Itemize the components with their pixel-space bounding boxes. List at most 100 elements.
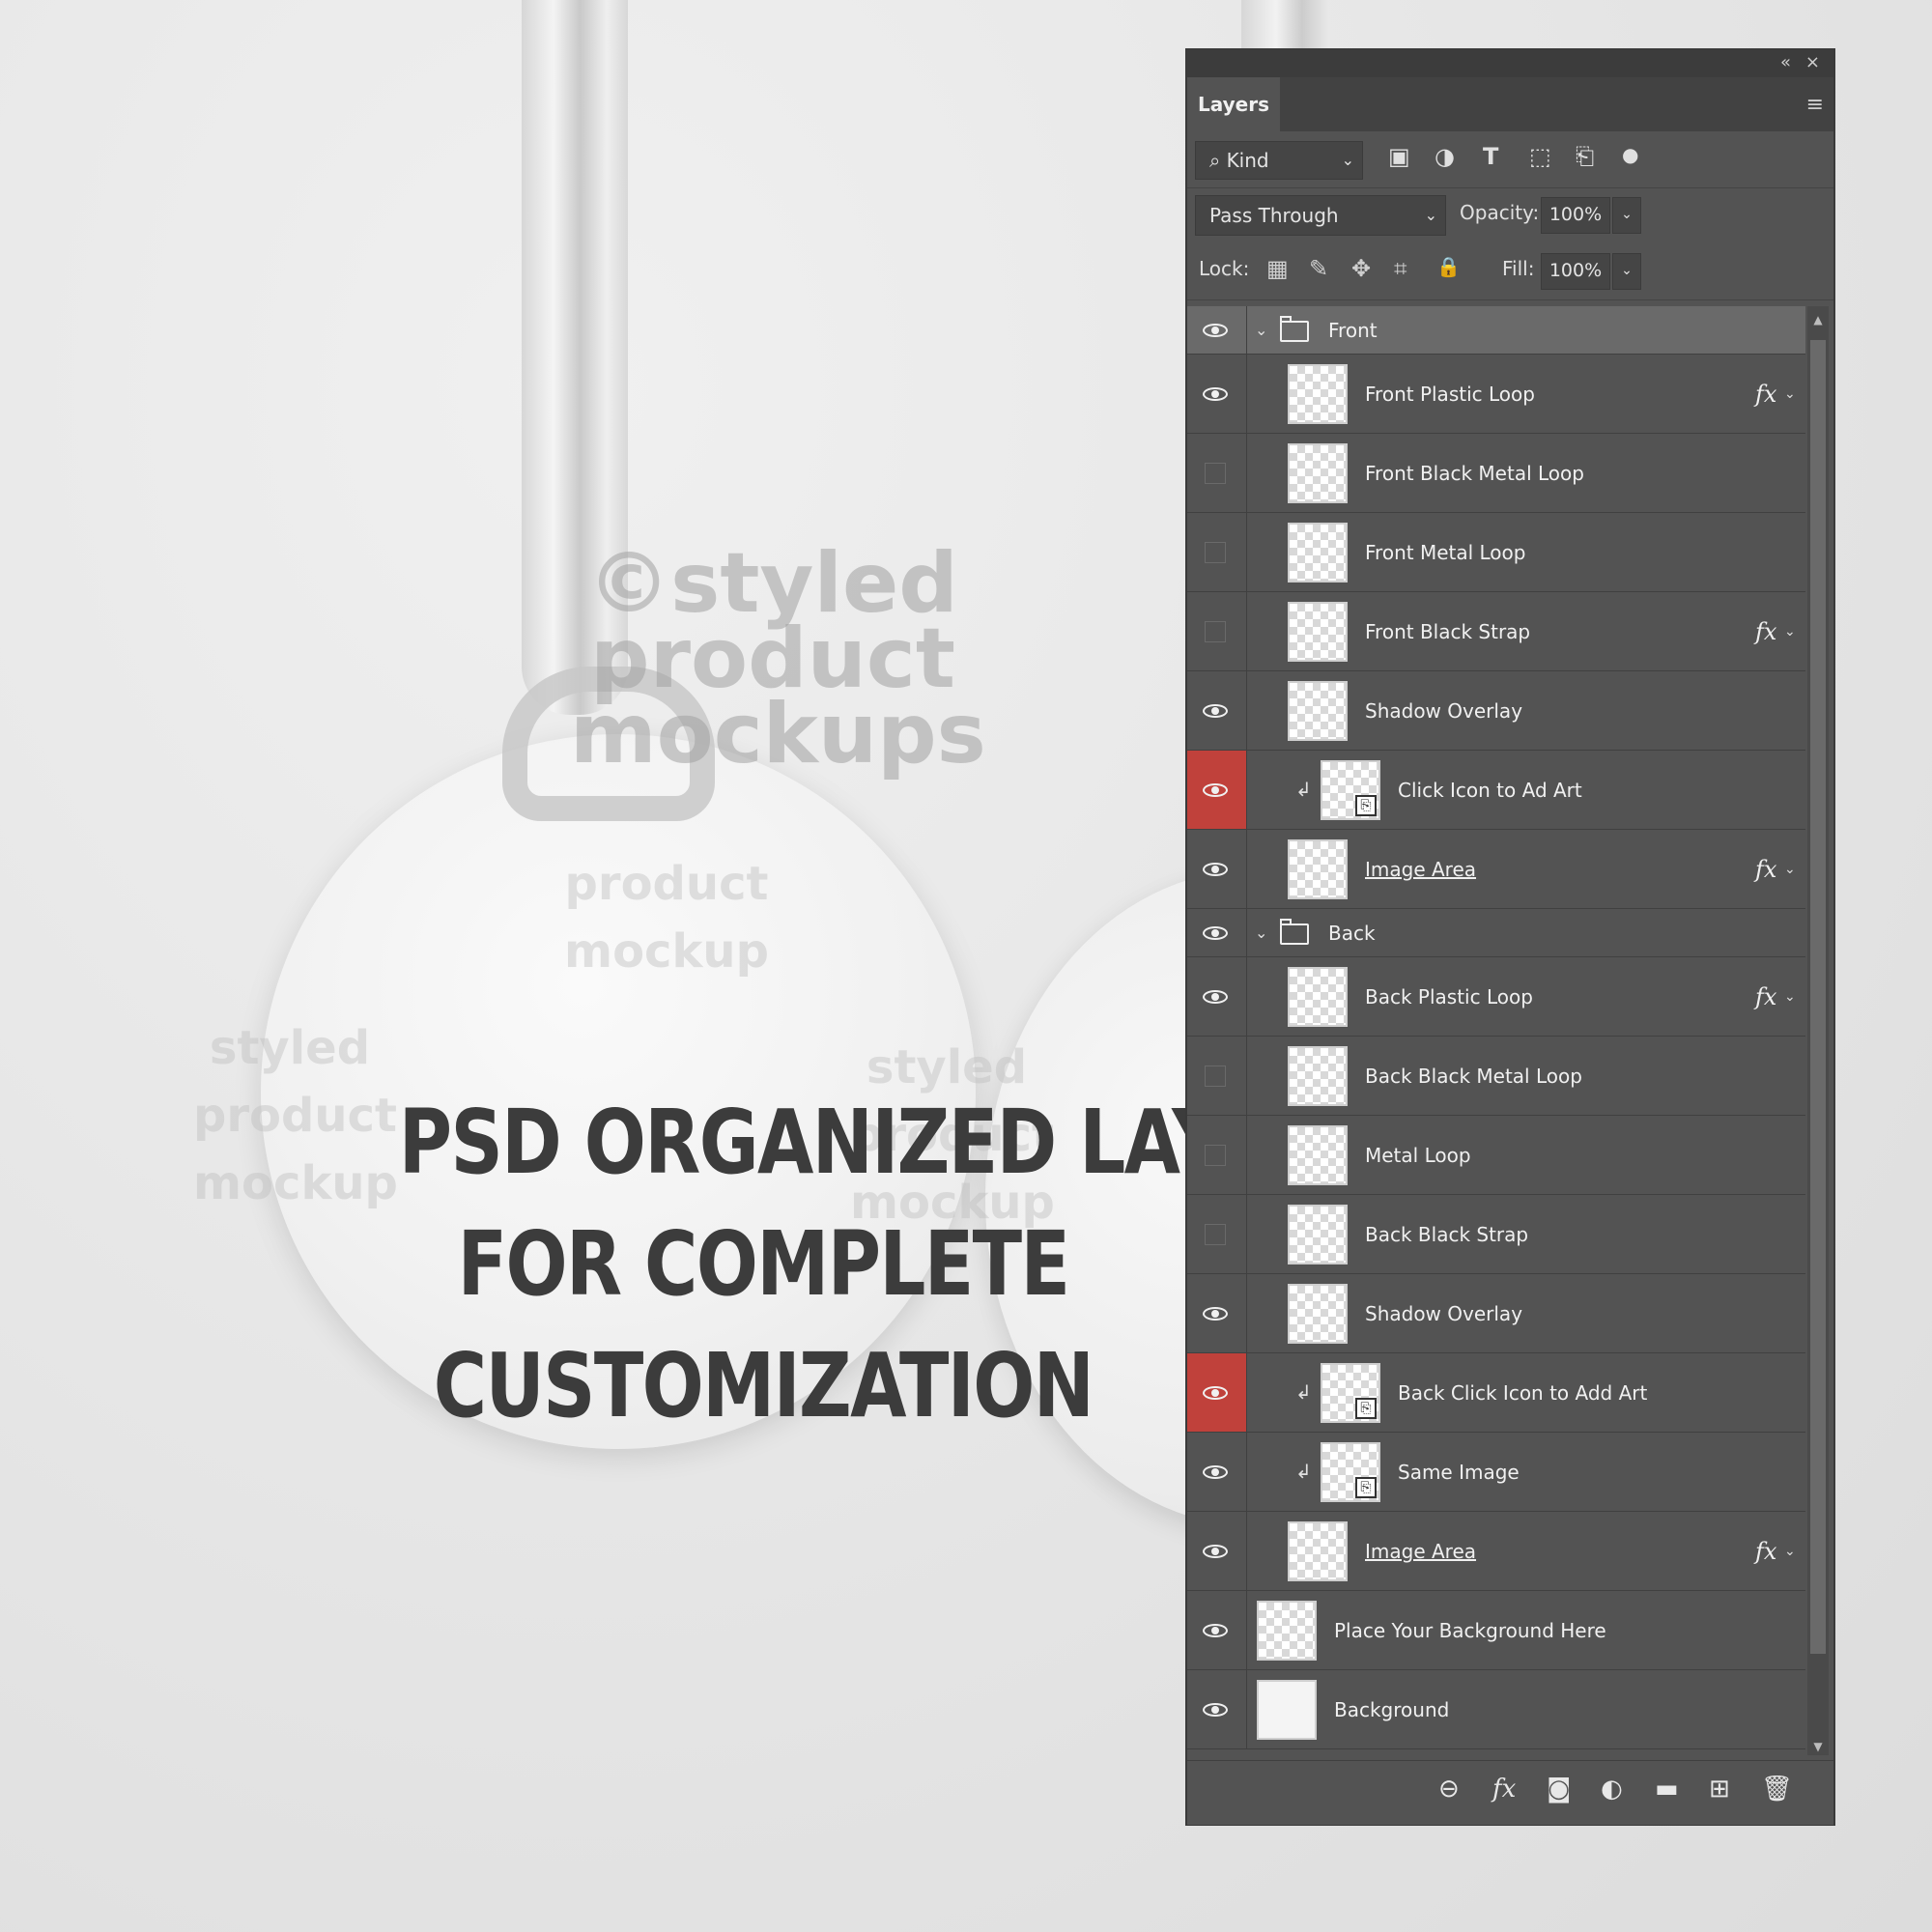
layer-group-row[interactable]: ⌄ Front <box>1187 306 1805 355</box>
visibility-toggle[interactable] <box>1187 1353 1247 1432</box>
layer-name[interactable]: Click Icon to Ad Art <box>1398 751 1582 830</box>
blend-mode-select[interactable]: Pass Through ⌄ <box>1195 195 1446 236</box>
filter-toggle-icon[interactable]: ● <box>1622 143 1638 166</box>
opacity-chevron-icon[interactable]: ⌄ <box>1612 197 1641 234</box>
link-layers-icon[interactable]: ⊖ <box>1438 1775 1460 1804</box>
lock-artboard-icon[interactable]: ⌗ <box>1394 255 1407 282</box>
fx-icon[interactable]: fx <box>1755 830 1776 909</box>
layer-row[interactable]: Back Plastic Loop fx ⌄ <box>1187 957 1805 1037</box>
tab-layers[interactable]: Layers <box>1187 77 1280 131</box>
layer-row[interactable]: Front Black Strap fx ⌄ <box>1187 592 1805 671</box>
layer-name[interactable]: Front Black Strap <box>1365 592 1530 671</box>
new-layer-icon[interactable]: ⊞ <box>1709 1775 1730 1804</box>
layer-thumbnail[interactable] <box>1288 523 1348 582</box>
visibility-toggle[interactable] <box>1187 1433 1247 1511</box>
collapse-icon[interactable]: « <box>1780 52 1791 72</box>
layer-name[interactable]: Place Your Background Here <box>1334 1591 1606 1670</box>
layer-name[interactable]: Image Area <box>1365 1512 1476 1591</box>
layer-thumbnail[interactable] <box>1288 364 1348 424</box>
layer-row[interactable]: Shadow Overlay <box>1187 671 1805 751</box>
layer-thumbnail[interactable] <box>1288 1125 1348 1185</box>
visibility-toggle[interactable] <box>1187 909 1247 956</box>
smart-object-filter-icon[interactable]: ⎗ <box>1576 143 1594 170</box>
adjustment-filter-icon[interactable]: ◑ <box>1435 143 1455 170</box>
fill-chevron-icon[interactable]: ⌄ <box>1612 253 1641 290</box>
chevron-down-icon[interactable]: ⌄ <box>1784 830 1796 909</box>
visibility-toggle[interactable] <box>1187 1195 1247 1273</box>
type-filter-icon[interactable]: T <box>1483 143 1498 170</box>
layer-thumbnail[interactable]: ⎘ <box>1321 760 1380 820</box>
layer-thumbnail[interactable] <box>1288 1205 1348 1264</box>
layer-thumbnail[interactable]: ⎘ <box>1321 1363 1380 1423</box>
visibility-toggle[interactable] <box>1187 957 1247 1036</box>
layer-row[interactable]: Shadow Overlay <box>1187 1274 1805 1353</box>
layer-thumbnail[interactable] <box>1288 1521 1348 1581</box>
layer-name[interactable]: Back Click Icon to Add Art <box>1398 1353 1647 1433</box>
panel-menu-icon[interactable]: ≡ <box>1806 93 1824 117</box>
chevron-down-icon[interactable]: ⌄ <box>1784 592 1796 671</box>
visibility-toggle[interactable] <box>1187 1116 1247 1194</box>
layer-row[interactable]: Front Plastic Loop fx ⌄ <box>1187 355 1805 434</box>
layer-row[interactable]: Image Area fx ⌄ <box>1187 1512 1805 1591</box>
layer-group-row[interactable]: ⌄ Back <box>1187 909 1805 957</box>
visibility-toggle[interactable] <box>1187 306 1247 354</box>
layer-row[interactable]: Place Your Background Here <box>1187 1591 1805 1670</box>
layer-name[interactable]: Image Area <box>1365 830 1476 909</box>
layer-row[interactable]: Front Black Metal Loop <box>1187 434 1805 513</box>
layer-row[interactable]: ↲ ⎘ Back Click Icon to Add Art <box>1187 1353 1805 1433</box>
layer-name[interactable]: Background <box>1334 1670 1449 1749</box>
layer-name[interactable]: Back Black Strap <box>1365 1195 1528 1274</box>
layer-row[interactable]: Background <box>1187 1670 1805 1749</box>
visibility-toggle[interactable] <box>1187 751 1247 829</box>
visibility-toggle[interactable] <box>1187 1512 1247 1590</box>
chevron-down-icon[interactable]: ⌄ <box>1255 306 1267 355</box>
scrollbar-thumb[interactable] <box>1810 340 1826 1654</box>
visibility-toggle[interactable] <box>1187 671 1247 750</box>
layer-name[interactable]: Back <box>1328 909 1376 957</box>
chevron-down-icon[interactable]: ⌄ <box>1784 957 1796 1037</box>
visibility-toggle[interactable] <box>1187 513 1247 591</box>
layer-thumbnail[interactable] <box>1288 1284 1348 1344</box>
layer-name[interactable]: Back Black Metal Loop <box>1365 1037 1582 1116</box>
layer-name[interactable]: Front Plastic Loop <box>1365 355 1535 434</box>
delete-icon[interactable]: 🗑 <box>1761 1775 1793 1804</box>
layer-name[interactable]: Shadow Overlay <box>1365 671 1522 751</box>
layer-name[interactable]: Same Image <box>1398 1433 1520 1512</box>
layer-thumbnail[interactable] <box>1257 1601 1317 1661</box>
layer-row[interactable]: Back Black Metal Loop <box>1187 1037 1805 1116</box>
kind-filter-select[interactable]: ⌕ Kind ⌄ <box>1195 141 1363 180</box>
layer-row[interactable]: Front Metal Loop <box>1187 513 1805 592</box>
chevron-down-icon[interactable]: ⌄ <box>1784 1512 1796 1591</box>
opacity-input[interactable]: 100% <box>1541 197 1610 234</box>
chevron-down-icon[interactable]: ⌄ <box>1255 909 1267 957</box>
visibility-toggle[interactable] <box>1187 1037 1247 1115</box>
fx-icon[interactable]: fx <box>1755 355 1776 434</box>
fx-icon[interactable]: fx <box>1755 1512 1776 1591</box>
visibility-toggle[interactable] <box>1187 355 1247 433</box>
chevron-down-icon[interactable]: ⌄ <box>1784 355 1796 434</box>
layer-name[interactable]: Front Metal Loop <box>1365 513 1525 592</box>
layer-name[interactable]: Front Black Metal Loop <box>1365 434 1584 513</box>
lock-all-icon[interactable]: 🔒 <box>1436 255 1461 278</box>
visibility-toggle[interactable] <box>1187 434 1247 512</box>
fx-icon[interactable]: fx <box>1755 957 1776 1037</box>
new-group-icon[interactable]: ▬ <box>1655 1775 1679 1804</box>
layer-name[interactable]: Shadow Overlay <box>1365 1274 1522 1353</box>
lock-image-icon[interactable]: ✎ <box>1309 255 1328 282</box>
layer-name[interactable]: Metal Loop <box>1365 1116 1471 1195</box>
layer-thumbnail[interactable]: ⎘ <box>1321 1442 1380 1502</box>
visibility-toggle[interactable] <box>1187 830 1247 908</box>
layer-row[interactable]: ↲ ⎘ Click Icon to Ad Art <box>1187 751 1805 830</box>
layer-thumbnail[interactable] <box>1288 1046 1348 1106</box>
image-filter-icon[interactable]: ▣ <box>1388 143 1410 170</box>
mask-icon[interactable]: ◙ <box>1547 1775 1571 1804</box>
layer-row[interactable]: Image Area fx ⌄ <box>1187 830 1805 909</box>
layer-thumbnail[interactable] <box>1288 602 1348 662</box>
lock-transparent-icon[interactable]: ▦ <box>1266 255 1289 282</box>
visibility-toggle[interactable] <box>1187 1274 1247 1352</box>
shape-filter-icon[interactable]: ⬚ <box>1529 143 1551 170</box>
layer-row[interactable]: ↲ ⎘ Same Image <box>1187 1433 1805 1512</box>
scroll-down-icon[interactable]: ▼ <box>1807 1736 1829 1757</box>
lock-position-icon[interactable]: ✥ <box>1351 255 1371 282</box>
adjustment-layer-icon[interactable]: ◐ <box>1601 1775 1623 1804</box>
